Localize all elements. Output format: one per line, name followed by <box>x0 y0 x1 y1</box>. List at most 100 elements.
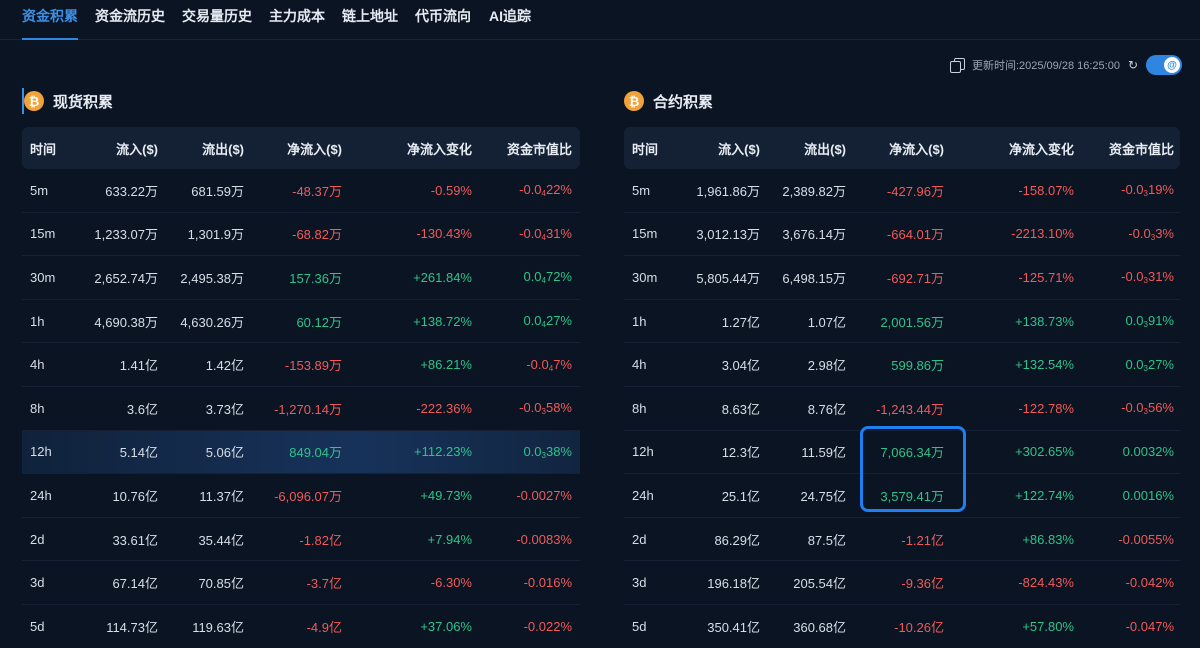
table-row[interactable]: 15m 3,012.13万 3,676.14万 -664.01万 -2213.10% -0… <box>624 213 1180 257</box>
table-row[interactable]: 4h 1.41亿 1.42亿 -153.89万 +86.21% -0.047% <box>22 343 580 387</box>
ratio-suffix: 58% <box>545 400 572 416</box>
cell-net-inflow: -692.71万 <box>886 270 944 286</box>
top-tab-bar: 资金积累 资金流历史 交易量历史 主力成本 链上地址 代币流向 AI追踪 <box>0 0 1200 40</box>
table-row[interactable]: 24h 25.1亿 24.75亿 3,579.41万 +122.74% 0.0016% <box>624 474 1180 518</box>
ratio-suffix: 38% <box>545 443 572 459</box>
table-row[interactable]: 2d 33.61亿 35.44亿 -1.82亿 +7.94% -0.0083% <box>22 518 580 562</box>
cell-mcap-ratio: -0.0356% <box>1074 400 1174 416</box>
cell-time: 8h <box>632 400 647 416</box>
cell-outflow: 8.76亿 <box>807 401 846 417</box>
ratio-prefix: 0.0 <box>523 313 542 329</box>
cell-outflow: 11.59亿 <box>801 445 846 461</box>
cell-time: 8h <box>30 400 45 416</box>
table-row[interactable]: 1h 4,690.38万 4,630.26万 60.12万 +138.72% 0.0427… <box>22 300 580 344</box>
cell-time: 3d <box>632 575 647 591</box>
table-row[interactable]: 30m 5,805.44万 6,498.15万 -692.71万 -125.71% -0.… <box>624 256 1180 300</box>
cell-inflow: 8.63亿 <box>721 401 760 417</box>
table-row[interactable]: 5d 350.41亿 360.68亿 -10.26亿 +57.80% -0.047% <box>624 605 1180 648</box>
ratio-prefix: 0.0 <box>1125 356 1144 372</box>
header-inflow[interactable]: 流入($) <box>684 139 760 158</box>
cell-mcap-ratio: 0.0427% <box>472 313 572 329</box>
tab-ai-tracking[interactable]: AI追踪 <box>489 0 531 40</box>
cell-time: 5d <box>30 618 45 634</box>
table-row[interactable]: 5m 633.22万 681.59万 -48.37万 -0.59% -0.0422% <box>22 169 580 213</box>
cell-inflow: 633.22万 <box>105 183 158 199</box>
tab-main-cost[interactable]: 主力成本 <box>269 0 325 40</box>
cell-mcap-ratio: 0.0391% <box>1074 313 1174 329</box>
spot-table: 时间 流入($) 流出($) 净流入($) 净流入变化 资金市值比 5m 633.… <box>22 127 580 648</box>
cell-time: 24h <box>632 487 654 503</box>
cell-net-inflow: -664.01万 <box>886 227 944 243</box>
table-row[interactable]: 5m 1,961.86万 2,389.82万 -427.96万 -158.07% -0.0… <box>624 169 1180 213</box>
cell-mcap-ratio: 0.0327% <box>1074 357 1174 373</box>
ratio-suffix: 7% <box>553 356 572 372</box>
cell-inflow: 350.41亿 <box>707 619 760 635</box>
ratio-prefix: -0.0 <box>526 356 549 372</box>
cell-mcap-ratio: -0.0331% <box>1074 269 1174 285</box>
header-time[interactable]: 时间 <box>624 139 684 158</box>
table-row[interactable]: 1h 1.27亿 1.07亿 2,001.56万 +138.73% 0.0391% <box>624 300 1180 344</box>
header-time[interactable]: 时间 <box>22 139 82 158</box>
header-outflow[interactable]: 流出($) <box>158 139 244 158</box>
table-row[interactable]: 8h 3.6亿 3.73亿 -1,270.14万 -222.36% -0.0358% <box>22 387 580 431</box>
cell-time: 5m <box>632 182 651 198</box>
tab-onchain-address[interactable]: 链上地址 <box>342 0 398 40</box>
cell-inflow: 2,652.74万 <box>94 270 158 286</box>
cell-net-inflow: -4.9亿 <box>306 619 342 635</box>
table-row[interactable]: 30m 2,652.74万 2,495.38万 157.36万 +261.84% 0.04… <box>22 256 580 300</box>
ratio-prefix: -0.0 <box>1128 225 1151 241</box>
cell-mcap-ratio: -0.0422% <box>472 182 572 198</box>
header-net-inflow[interactable]: 净流入($) <box>244 139 342 158</box>
cell-mcap-ratio: -0.022% <box>523 618 572 634</box>
ratio-suffix: 27% <box>545 313 572 329</box>
table-row[interactable]: 3d 196.18亿 205.54亿 -9.36亿 -824.43% -0.042% <box>624 561 1180 605</box>
ratio-suffix: 72% <box>545 269 572 285</box>
header-mcap-ratio[interactable]: 资金市值比 <box>472 139 572 158</box>
table-row[interactable]: 3d 67.14亿 70.85亿 -3.7亿 -6.30% -0.016% <box>22 561 580 605</box>
ratio-suffix: 27% <box>1147 356 1174 372</box>
cell-time: 5d <box>632 618 647 634</box>
bitcoin-icon: ₿ <box>24 91 44 111</box>
header-net-change[interactable]: 净流入变化 <box>944 139 1074 158</box>
cell-inflow: 25.1亿 <box>721 488 760 504</box>
header-outflow[interactable]: 流出($) <box>760 139 846 158</box>
table-row[interactable]: 24h 10.76亿 11.37亿 -6,096.07万 +49.73% -0.0027% <box>22 474 580 518</box>
cell-net-change: -222.36% <box>416 400 472 416</box>
bitcoin-icon: ₿ <box>624 91 644 111</box>
table-row[interactable]: 12h 5.14亿 5.06亿 849.04万 +112.23% 0.0338% <box>22 430 580 475</box>
ratio-prefix: 0.0 <box>1125 313 1144 329</box>
table-row[interactable]: 8h 8.63亿 8.76亿 -1,243.44万 -122.78% -0.0356% <box>624 387 1180 431</box>
cell-net-change: -158.07% <box>1018 182 1074 198</box>
refresh-icon[interactable]: ↻ <box>1128 58 1138 72</box>
update-bar: 更新时间:2025/09/28 16:25:00 ↻ @ <box>949 54 1182 76</box>
header-net-inflow[interactable]: 净流入($) <box>846 139 944 158</box>
cell-time: 24h <box>30 487 52 503</box>
header-net-change[interactable]: 净流入变化 <box>342 139 472 158</box>
header-mcap-ratio[interactable]: 资金市值比 <box>1074 139 1174 158</box>
cell-time: 30m <box>632 269 658 285</box>
tab-capital-accumulation[interactable]: 资金积累 <box>22 0 78 40</box>
cell-outflow: 2.98亿 <box>807 358 846 374</box>
table-row[interactable]: 2d 86.29亿 87.5亿 -1.21亿 +86.83% -0.0055% <box>624 518 1180 562</box>
tab-volume-history[interactable]: 交易量历史 <box>182 0 252 40</box>
update-time: 更新时间:2025/09/28 16:25:00 <box>971 60 1120 72</box>
cell-net-change: +261.84% <box>413 269 472 285</box>
cell-net-change: +302.65% <box>1015 444 1074 460</box>
cell-outflow: 6,498.15万 <box>782 270 846 286</box>
cell-inflow: 5,805.44万 <box>696 270 760 286</box>
table-row[interactable]: 15m 1,233.07万 1,301.9万 -68.82万 -130.43% -0.04… <box>22 213 580 257</box>
cell-net-inflow: -6,096.07万 <box>274 488 342 504</box>
cell-outflow: 11.37亿 <box>199 488 244 504</box>
tab-capital-flow-history[interactable]: 资金流历史 <box>95 0 165 40</box>
cell-inflow: 4,690.38万 <box>94 314 158 330</box>
table-row[interactable]: 12h 12.3亿 11.59亿 7,066.34万 +302.65% 0.0032% <box>624 431 1180 475</box>
cell-outflow: 1.07亿 <box>807 314 846 330</box>
cell-inflow: 67.14亿 <box>112 576 158 592</box>
table-row[interactable]: 5d 114.73亿 119.63亿 -4.9亿 +37.06% -0.022% <box>22 605 580 648</box>
header-inflow[interactable]: 流入($) <box>82 139 158 158</box>
tab-token-flow[interactable]: 代币流向 <box>415 0 471 40</box>
auto-refresh-toggle[interactable]: @ <box>1146 55 1182 75</box>
table-row[interactable]: 4h 3.04亿 2.98亿 599.86万 +132.54% 0.0327% <box>624 343 1180 387</box>
cell-net-inflow: -427.96万 <box>886 183 944 199</box>
copy-icon[interactable] <box>949 58 965 73</box>
